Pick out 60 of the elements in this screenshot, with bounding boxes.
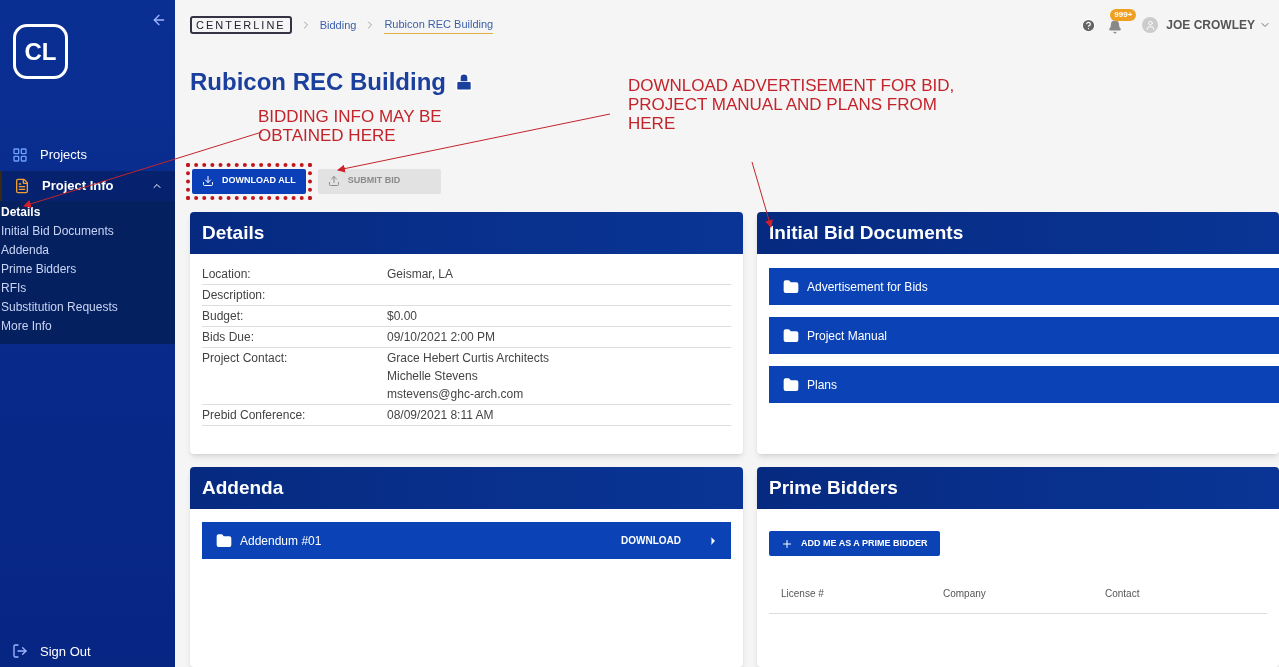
grid-icon: [12, 147, 28, 163]
download-icon: [202, 175, 214, 187]
card-title: Addenda: [202, 475, 284, 500]
nav-group[interactable]: Project Info: [0, 171, 175, 201]
annotation-arrow: [751, 161, 773, 228]
logout-icon: [12, 643, 28, 660]
folder-icon: [783, 327, 799, 344]
submenu-item[interactable]: RFIs: [0, 279, 175, 298]
field-value: 09/10/2021 2:00 PM: [387, 329, 496, 345]
submenu-item[interactable]: Details: [0, 203, 175, 222]
brand-logo[interactable]: CENTERLINE: [190, 16, 292, 34]
column-header: License #: [781, 587, 825, 601]
folder-icon: [783, 376, 799, 393]
column-header: Company: [943, 587, 987, 601]
document-icon: [14, 178, 30, 194]
card-title: Prime Bidders: [769, 475, 898, 500]
download-link[interactable]: DOWNLOAD: [621, 533, 681, 548]
sign-out-link[interactable]: Sign Out: [0, 641, 175, 667]
field-label: Bids Due:: [202, 329, 256, 345]
breadcrumb-link[interactable]: Rubicon REC Building: [384, 16, 494, 34]
card-title: Details: [202, 220, 265, 245]
logo: CL: [13, 24, 68, 79]
submenu-item[interactable]: Addenda: [0, 241, 175, 260]
submenu-item[interactable]: Substitution Requests: [0, 298, 175, 317]
add-bidder-button[interactable]: ADD ME AS A PRIME BIDDER: [769, 531, 940, 556]
folder-row[interactable]: Advertisement for Bids: [769, 268, 1279, 305]
field-value: 08/09/2021 8:11 AM: [387, 407, 494, 423]
user-name[interactable]: JOE CROWLEY: [1166, 16, 1255, 34]
page-title: Rubicon REC Building: [190, 67, 446, 97]
download-all-button[interactable]: DOWNLOAD ALL: [192, 168, 306, 194]
bell-icon[interactable]: [1108, 20, 1123, 34]
addendum-name: Addendum #01: [240, 532, 323, 550]
lock-icon: [454, 72, 474, 92]
folder-icon: [216, 532, 232, 549]
folder-row[interactable]: Project Manual: [769, 317, 1279, 354]
field-label: Prebid Conference:: [202, 407, 307, 423]
field-value: mstevens@ghc-arch.com: [387, 386, 525, 402]
annotation-text: DOWNLOAD ADVERTISEMENT FOR BID, PROJECT MANUAL AND PLANS FROM HERE: [628, 76, 956, 133]
submenu-item[interactable]: Prime Bidders: [0, 260, 175, 279]
field-label: Description:: [202, 287, 267, 303]
column-header: Contact: [1105, 587, 1141, 601]
submenu-item[interactable]: Initial Bid Documents: [0, 222, 175, 241]
annotation-text: BIDDING INFO MAY BE OBTAINED HERE: [258, 107, 443, 145]
folder-icon: [783, 278, 799, 295]
upload-icon: [327, 175, 340, 187]
field-value: Geismar, LA: [387, 266, 454, 282]
card-title: Initial Bid Documents: [769, 220, 964, 245]
notification-badge: 999+: [1110, 9, 1137, 21]
field-value: Grace Hebert Curtis Architects: [387, 350, 550, 366]
field-value: Michelle Stevens: [387, 368, 479, 384]
field-value: $0.00: [387, 308, 418, 324]
breadcrumb-link[interactable]: Bidding: [319, 16, 357, 34]
plus-icon: [781, 537, 793, 550]
help-icon[interactable]: [1081, 17, 1097, 33]
submenu-item[interactable]: More Info: [0, 317, 175, 336]
nav-item[interactable]: Projects: [0, 139, 175, 171]
field-label: Budget:: [202, 308, 245, 324]
folder-row[interactable]: Plans: [769, 366, 1279, 403]
field-label: Project Contact:: [202, 350, 289, 367]
field-label: Location:: [202, 266, 252, 282]
